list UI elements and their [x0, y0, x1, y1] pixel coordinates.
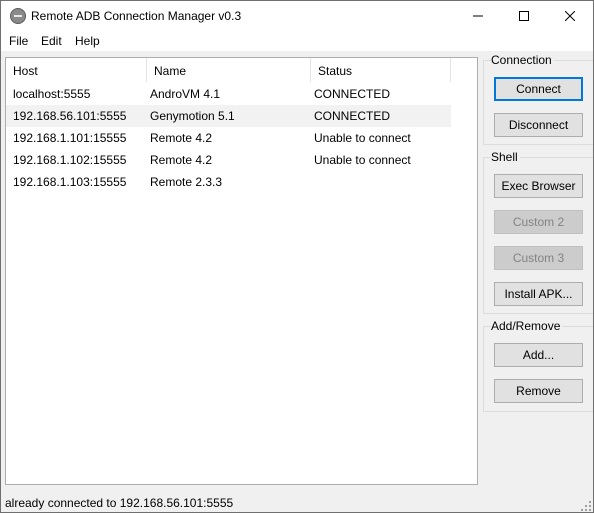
- menu-file[interactable]: File: [9, 34, 28, 48]
- cell-status: CONNECTED: [314, 87, 391, 101]
- column-header-name[interactable]: Name: [147, 58, 311, 82]
- table-row[interactable]: 192.168.1.102:15555 Remote 4.2 Unable to…: [6, 149, 451, 171]
- cell-host: 192.168.1.102:15555: [13, 153, 127, 167]
- minimize-icon: [473, 15, 483, 17]
- custom-2-button[interactable]: Custom 2: [494, 210, 583, 234]
- close-button[interactable]: [547, 1, 593, 31]
- custom-3-button[interactable]: Custom 3: [494, 246, 583, 270]
- cell-status: Unable to connect: [314, 131, 411, 145]
- cell-name: Remote 2.3.3: [150, 175, 223, 189]
- table-row[interactable]: 192.168.1.103:15555 Remote 2.3.3: [6, 171, 451, 193]
- cell-name: Remote 4.2: [150, 153, 213, 167]
- column-header-host[interactable]: Host: [6, 58, 147, 82]
- menu-bar: File Edit Help: [1, 31, 593, 51]
- column-header-status[interactable]: Status: [311, 58, 451, 82]
- menu-edit[interactable]: Edit: [41, 34, 62, 48]
- minimize-button[interactable]: [455, 1, 501, 31]
- connection-group-title: Connection: [491, 53, 554, 67]
- shell-group-title: Shell: [491, 150, 520, 164]
- list-header: Host Name Status: [6, 58, 477, 82]
- remove-button[interactable]: Remove: [494, 379, 583, 403]
- window-title: Remote ADB Connection Manager v0.3: [31, 9, 242, 23]
- menu-help[interactable]: Help: [75, 34, 100, 48]
- device-list[interactable]: Host Name Status localhost:5555 AndroVM …: [5, 57, 478, 485]
- install-apk-button[interactable]: Install APK...: [494, 282, 583, 306]
- cell-host: 192.168.56.101:5555: [13, 109, 127, 123]
- exec-browser-button[interactable]: Exec Browser: [494, 174, 583, 198]
- add-button[interactable]: Add...: [494, 343, 583, 367]
- close-icon: [565, 11, 575, 21]
- cell-name: Genymotion 5.1: [150, 109, 235, 123]
- cell-status: Unable to connect: [314, 153, 411, 167]
- app-icon: [10, 8, 26, 24]
- cell-host: localhost:5555: [13, 87, 91, 101]
- cell-host: 192.168.1.103:15555: [13, 175, 127, 189]
- status-bar: already connected to 192.168.56.101:5555: [1, 491, 593, 512]
- add-remove-group-title: Add/Remove: [491, 319, 563, 333]
- cell-status: CONNECTED: [314, 109, 391, 123]
- table-row[interactable]: 192.168.1.101:15555 Remote 4.2 Unable to…: [6, 127, 451, 149]
- table-row[interactable]: 192.168.56.101:5555 Genymotion 5.1 CONNE…: [6, 105, 451, 127]
- disconnect-button[interactable]: Disconnect: [494, 113, 583, 137]
- maximize-icon: [519, 11, 529, 21]
- table-row[interactable]: localhost:5555 AndroVM 4.1 CONNECTED: [6, 83, 451, 105]
- main-window: Remote ADB Connection Manager v0.3 File …: [0, 0, 594, 513]
- cell-name: Remote 4.2: [150, 131, 213, 145]
- cell-name: AndroVM 4.1: [150, 87, 221, 101]
- connect-button[interactable]: Connect: [494, 77, 583, 101]
- cell-host: 192.168.1.101:15555: [13, 131, 127, 145]
- title-bar[interactable]: Remote ADB Connection Manager v0.3: [1, 1, 593, 31]
- maximize-button[interactable]: [501, 1, 547, 31]
- resize-grip-icon[interactable]: [581, 501, 591, 511]
- status-text: already connected to 192.168.56.101:5555: [5, 496, 234, 510]
